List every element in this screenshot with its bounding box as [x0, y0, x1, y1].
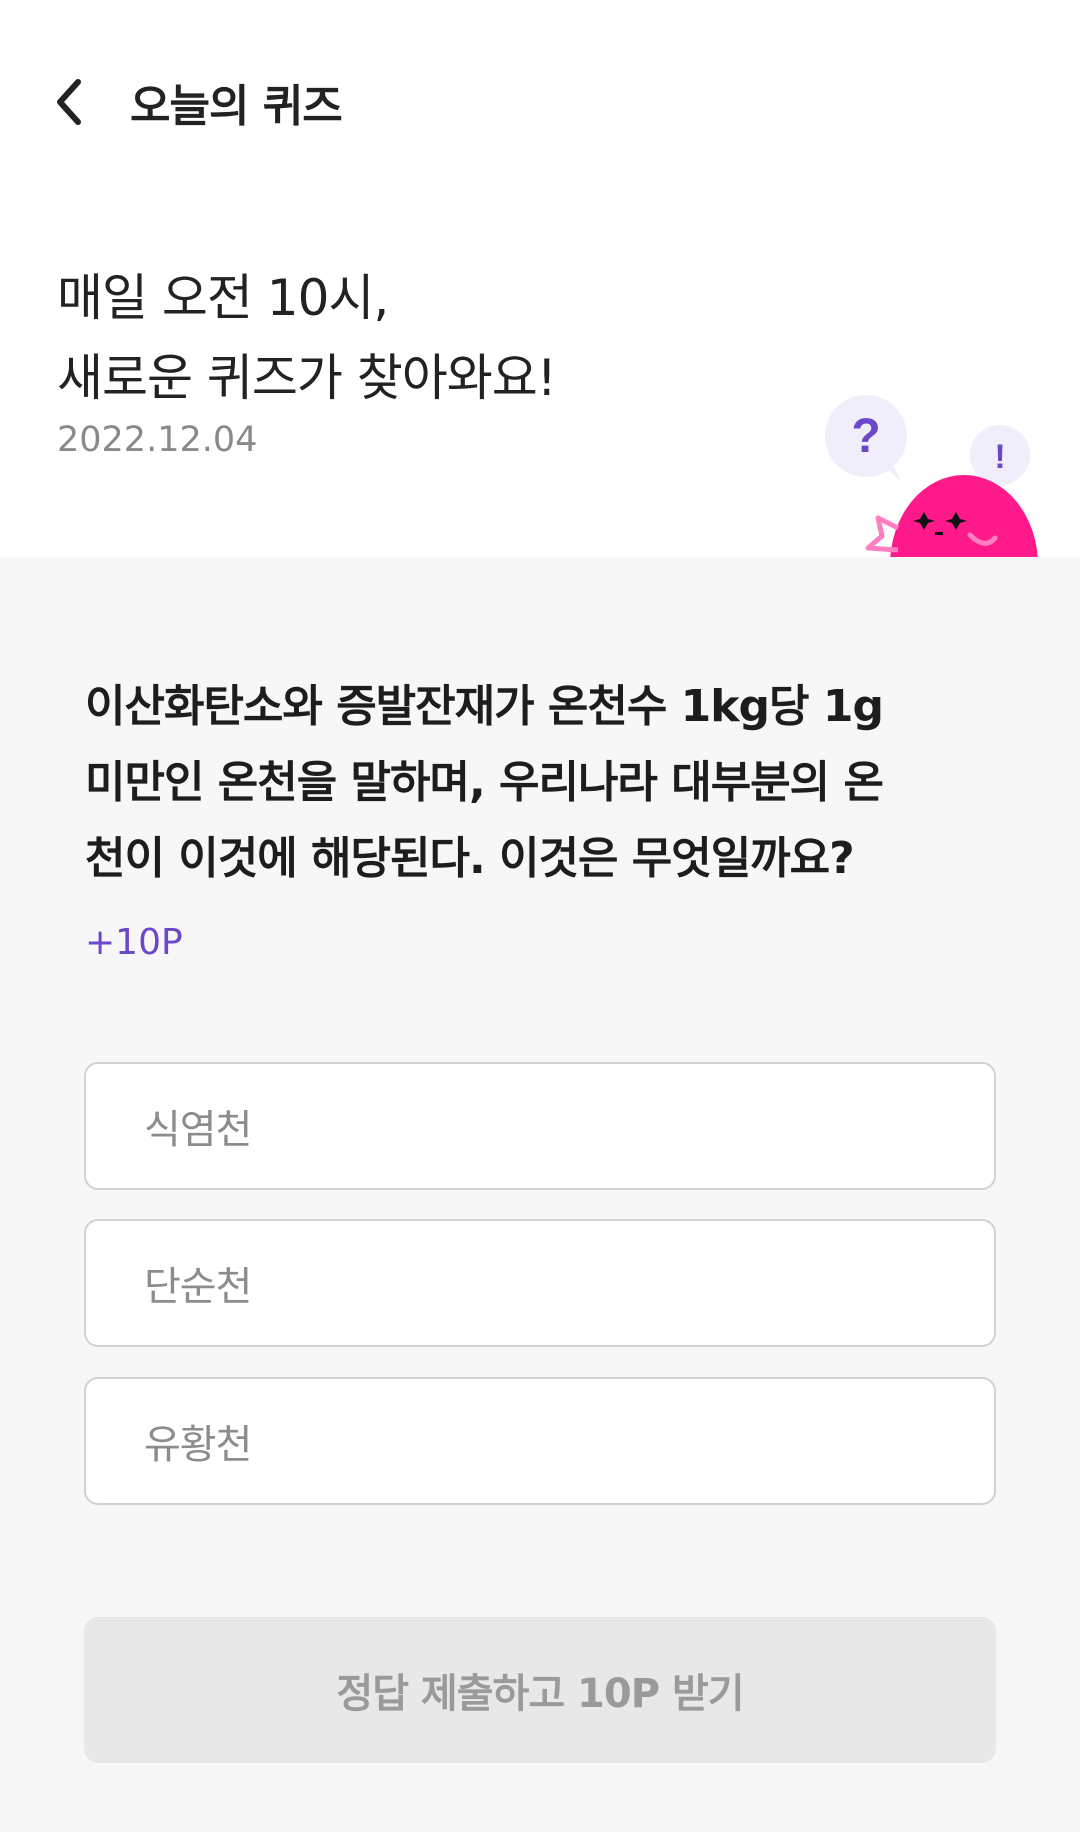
back-button[interactable]	[40, 62, 100, 142]
quiz-question: 이산화탄소와 증발잔재가 온천수 1kg당 1g 미만인 온천을 말하며, 우리…	[85, 669, 985, 897]
answer-option-1[interactable]: 식염천	[84, 1062, 996, 1190]
exclaim-mark: !	[994, 438, 1005, 476]
question-line-1: 이산화탄소와 증발잔재가 온천수 1kg당 1g	[85, 681, 884, 732]
quiz-screen: 오늘의 퀴즈 매일 오전 10시, 새로운 퀴즈가 찾아와요! 2022.12.…	[0, 0, 1080, 1832]
intro-headline-line-1: 매일 오전 10시,	[57, 269, 389, 327]
submit-answer-button[interactable]: 정답 제출하고 10P 받기	[84, 1617, 996, 1763]
quiz-date: 2022.12.04	[57, 420, 258, 460]
question-mark: ?	[851, 410, 880, 463]
question-line-2: 미만인 온천을 말하며, 우리나라 대부분의 온	[85, 757, 884, 808]
app-header: 오늘의 퀴즈	[0, 0, 1080, 200]
mascot-body	[890, 475, 1038, 557]
answer-option-label: 단순천	[144, 1264, 252, 1310]
submit-button-label: 정답 제출하고 10P 받기	[336, 1671, 744, 1717]
quiz-mascot-illustration: ? !	[825, 395, 1038, 557]
answer-option-label: 유황천	[144, 1422, 252, 1468]
reward-points: +10P	[85, 922, 183, 963]
question-line-3: 천이 이것에 해당된다. 이것은 무엇일까요?	[85, 833, 855, 884]
quiz-section: 이산화탄소와 증발잔재가 온천수 1kg당 1g 미만인 온천을 말하며, 우리…	[0, 557, 1080, 1832]
answer-option-2[interactable]: 단순천	[84, 1219, 996, 1347]
answer-option-label: 식염천	[144, 1107, 252, 1153]
chevron-left-icon	[57, 79, 81, 125]
intro-headline-line-2: 새로운 퀴즈가 찾아와요!	[57, 349, 557, 407]
answer-option-3[interactable]: 유황천	[84, 1377, 996, 1505]
intro-section: 매일 오전 10시, 새로운 퀴즈가 찾아와요! 2022.12.04 ? !	[0, 200, 1080, 557]
page-title: 오늘의 퀴즈	[130, 81, 343, 132]
